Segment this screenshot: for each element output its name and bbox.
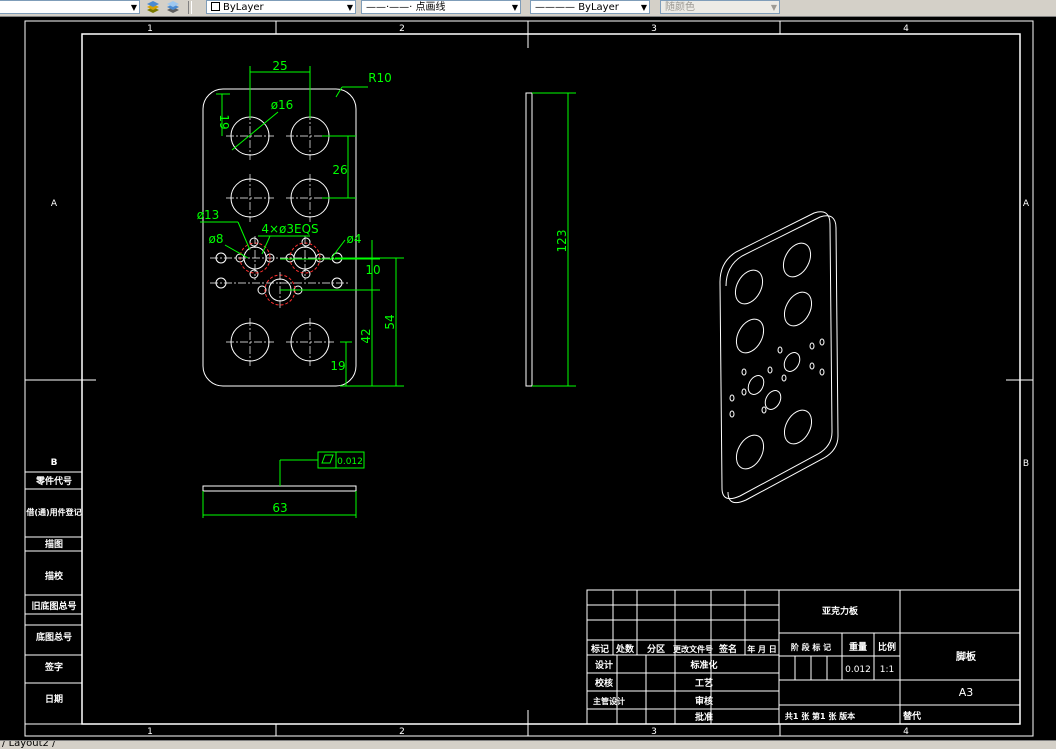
left-table-row: 日期 bbox=[45, 693, 63, 705]
title-part-name: 脚板 bbox=[956, 650, 977, 663]
linetype-sample: ——·——· bbox=[366, 2, 413, 13]
front-view: 25 R10 ø16 19 26 ø13 4×ø3EQS ø8 ø4 10 42… bbox=[197, 59, 404, 387]
mid-label: 批准 bbox=[695, 711, 713, 723]
dim-26: 26 bbox=[332, 163, 347, 177]
zone-ticks bbox=[25, 21, 1033, 736]
header-cell: 处数 bbox=[615, 643, 635, 655]
left-table-row: 签字 bbox=[44, 661, 63, 673]
zone-col-label: 3 bbox=[651, 727, 657, 737]
left-table-row: 描校 bbox=[45, 570, 64, 582]
header-cell: 年 月 日 bbox=[747, 644, 777, 654]
dim-63: 63 bbox=[272, 501, 287, 515]
flatness-tolerance: 0.012 bbox=[337, 457, 363, 467]
linetype-value: 点画线 bbox=[415, 2, 446, 13]
plotstyle-value: 随颜色 bbox=[665, 2, 695, 13]
title-sheet-size: A3 bbox=[959, 686, 974, 699]
replace-label: 替代 bbox=[903, 710, 921, 722]
layer-dropdown[interactable]: ▼ bbox=[0, 0, 140, 14]
left-table-row: 借(通)用件登记 bbox=[25, 507, 81, 517]
outer-frame bbox=[24, 20, 1034, 737]
dim-25: 25 bbox=[272, 59, 287, 73]
dim-10: 10 bbox=[365, 263, 380, 277]
dim-42: 42 bbox=[359, 328, 373, 343]
dim-d8: ø8 bbox=[209, 232, 224, 246]
mid-label: 标准化 bbox=[689, 659, 717, 671]
top-view: 63 0.012 bbox=[202, 451, 365, 518]
sheet-info: 共1 张 第1 张 版本 bbox=[785, 711, 855, 721]
scale-label: 比例 bbox=[878, 641, 896, 653]
chevron-down-icon: ▼ bbox=[770, 3, 777, 12]
lineweight-sample: ———— bbox=[535, 2, 575, 13]
mid-label: 审核 bbox=[695, 695, 713, 707]
plotstyle-dropdown[interactable]: 随颜色 ▼ bbox=[660, 0, 780, 14]
weight-label: 重量 bbox=[849, 641, 867, 653]
dim-123: 123 bbox=[555, 230, 569, 253]
color-dropdown[interactable]: ByLayer ▼ bbox=[206, 0, 356, 14]
color-value: ByLayer bbox=[223, 2, 264, 13]
zone-col-label: 3 bbox=[651, 24, 657, 34]
chevron-down-icon: ▼ bbox=[130, 3, 137, 12]
stage-label: 阶 段 标 记 bbox=[791, 642, 831, 652]
toolbar-separator bbox=[188, 1, 192, 14]
header-cell: 标记 bbox=[590, 643, 609, 655]
role-label: 主管设计 bbox=[593, 696, 625, 706]
dim-19-top: 19 bbox=[217, 114, 231, 129]
zone-row-label: A bbox=[51, 199, 58, 209]
left-table-row: 旧底图总号 bbox=[31, 600, 76, 612]
zone-col-label: 1 bbox=[147, 727, 153, 737]
zone-col-label: 1 bbox=[147, 24, 153, 34]
zone-col-label: 4 bbox=[903, 24, 909, 34]
linetype-dropdown[interactable]: ——·——· 点画线 ▼ bbox=[361, 0, 521, 14]
left-table-row: 底图总号 bbox=[36, 631, 72, 643]
layer-states-icon[interactable] bbox=[146, 0, 160, 14]
zone-col-label: 2 bbox=[399, 24, 405, 34]
chevron-down-icon: ▼ bbox=[640, 3, 647, 12]
zone-row-label: B bbox=[1023, 459, 1029, 469]
dim-r10: R10 bbox=[368, 71, 392, 85]
title-org-label: 亚克力板 bbox=[822, 605, 859, 617]
inner-frame bbox=[81, 33, 1021, 725]
header-cell: 更改文件号 bbox=[673, 644, 713, 654]
header-cell: 分区 bbox=[647, 643, 665, 655]
lineweight-dropdown[interactable]: ———— ByLayer ▼ bbox=[530, 0, 650, 14]
layer-previous-icon[interactable] bbox=[166, 0, 180, 14]
left-table-title: B bbox=[51, 458, 58, 468]
left-side-table: B 零件代号 借(通)用件登记 描图 描校 旧底图总号 底图总号 签字 日期 bbox=[24, 458, 83, 725]
dim-d4: ø4 bbox=[347, 232, 362, 246]
dim-54: 54 bbox=[383, 314, 397, 329]
zone-col-label: 2 bbox=[399, 727, 405, 737]
left-table-row: 描图 bbox=[45, 538, 63, 550]
zone-col-label: 4 bbox=[903, 727, 909, 737]
role-label: 设计 bbox=[595, 659, 613, 671]
dim-d16: ø16 bbox=[271, 98, 294, 112]
side-view: 123 bbox=[525, 92, 576, 387]
color-swatch bbox=[211, 2, 220, 11]
dim-holes: 4×ø3EQS bbox=[261, 222, 318, 236]
chevron-down-icon: ▼ bbox=[511, 3, 518, 12]
dim-d13: ø13 bbox=[197, 208, 220, 222]
dim-19-bottom: 19 bbox=[330, 359, 345, 373]
role-label: 校核 bbox=[595, 677, 613, 689]
lineweight-value: ByLayer bbox=[578, 2, 619, 13]
header-cell: 签名 bbox=[718, 643, 737, 655]
drawing-canvas[interactable]: 1 2 3 4 1 2 3 4 A A B B 零件代号 借(通)用件登记 描图… bbox=[0, 16, 1056, 740]
zone-row-label: A bbox=[1023, 199, 1030, 209]
title-block: 亚克力板 脚板 A3 标记 处数 分区 更改文件号 签名 年 月 日 设计 校核… bbox=[586, 589, 1021, 725]
isometric-view bbox=[719, 211, 839, 504]
mid-label: 工艺 bbox=[695, 677, 713, 689]
chevron-down-icon: ▼ bbox=[346, 3, 353, 12]
weight-value: 0.012 bbox=[845, 665, 871, 675]
scale-value: 1:1 bbox=[880, 665, 894, 675]
properties-toolbar: ▼ ByLayer ▼ ——·——· 点画线 ▼ ———— ByLayer ▼ … bbox=[0, 0, 1056, 17]
left-table-row: 零件代号 bbox=[35, 475, 72, 487]
